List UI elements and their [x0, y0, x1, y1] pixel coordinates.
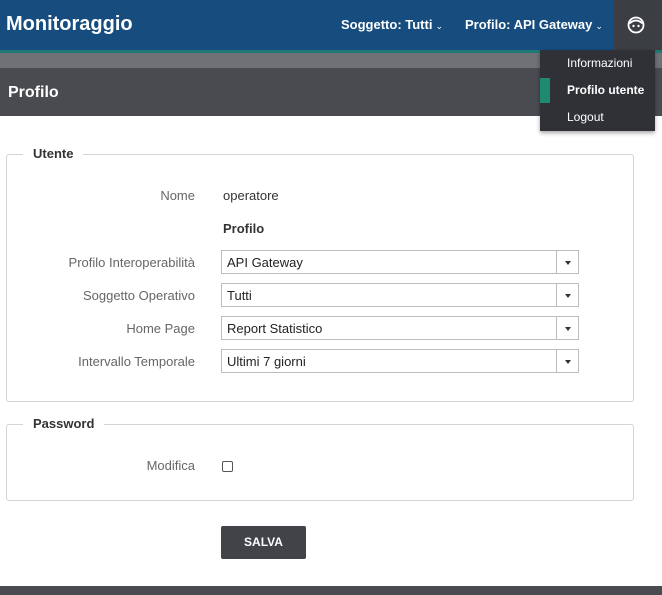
app-title[interactable]: Monitoraggio	[6, 13, 133, 36]
user-face-icon	[627, 16, 645, 34]
select-value: Tutti	[227, 288, 252, 303]
caret-down-icon	[556, 251, 578, 273]
select-value: Report Statistico	[227, 321, 323, 336]
nome-label: Nome	[160, 188, 195, 203]
modifica-checkbox[interactable]	[222, 461, 233, 472]
select-value: Ultimi 7 giorni	[227, 354, 306, 369]
menu-item-informazioni[interactable]: Informazioni	[540, 50, 655, 77]
utente-legend: Utente	[23, 146, 84, 161]
footer-bar	[0, 586, 662, 595]
utente-fieldset: Utente Nome operatore Profilo Profilo In…	[6, 146, 634, 402]
save-button[interactable]: SALVA	[221, 526, 306, 559]
nome-value: operatore	[223, 188, 279, 203]
select-value: API Gateway	[227, 255, 303, 270]
caret-down-icon	[556, 350, 578, 372]
profilo-interoperabilita-label: Profilo Interoperabilità	[68, 255, 195, 270]
profilo-dropdown-label: Profilo: API Gateway	[465, 17, 593, 32]
home-page-select[interactable]: Report Statistico	[221, 316, 579, 340]
chevron-down-icon: ⌄	[435, 21, 443, 31]
caret-down-icon	[556, 317, 578, 339]
menu-item-logout[interactable]: Logout	[540, 104, 655, 131]
profilo-dropdown[interactable]: Profilo: API Gateway ⌄	[465, 17, 603, 32]
intervallo-temporale-select[interactable]: Ultimi 7 giorni	[221, 349, 579, 373]
home-page-label: Home Page	[126, 321, 195, 336]
user-menu-button[interactable]	[614, 0, 662, 50]
menu-item-profilo-utente[interactable]: Profilo utente	[540, 77, 655, 104]
soggetto-dropdown[interactable]: Soggetto: Tutti ⌄	[341, 17, 443, 32]
password-legend: Password	[23, 416, 105, 431]
password-fieldset: Password Modifica	[6, 416, 634, 501]
user-dropdown-menu: Informazioni Profilo utente Logout	[540, 50, 655, 131]
profilo-heading: Profilo	[223, 221, 265, 236]
intervallo-temporale-label: Intervallo Temporale	[78, 354, 195, 369]
modifica-label: Modifica	[146, 458, 195, 473]
caret-down-icon	[556, 284, 578, 306]
soggetto-operativo-select[interactable]: Tutti	[221, 283, 579, 307]
soggetto-dropdown-label: Soggetto: Tutti	[341, 17, 433, 32]
page-title: Profilo	[8, 84, 59, 101]
profilo-interoperabilita-select[interactable]: API Gateway	[221, 250, 579, 274]
chevron-down-icon: ⌄	[595, 21, 603, 31]
soggetto-operativo-label: Soggetto Operativo	[82, 288, 195, 303]
top-navbar: Monitoraggio Soggetto: Tutti ⌄ Profilo: A…	[0, 0, 662, 50]
